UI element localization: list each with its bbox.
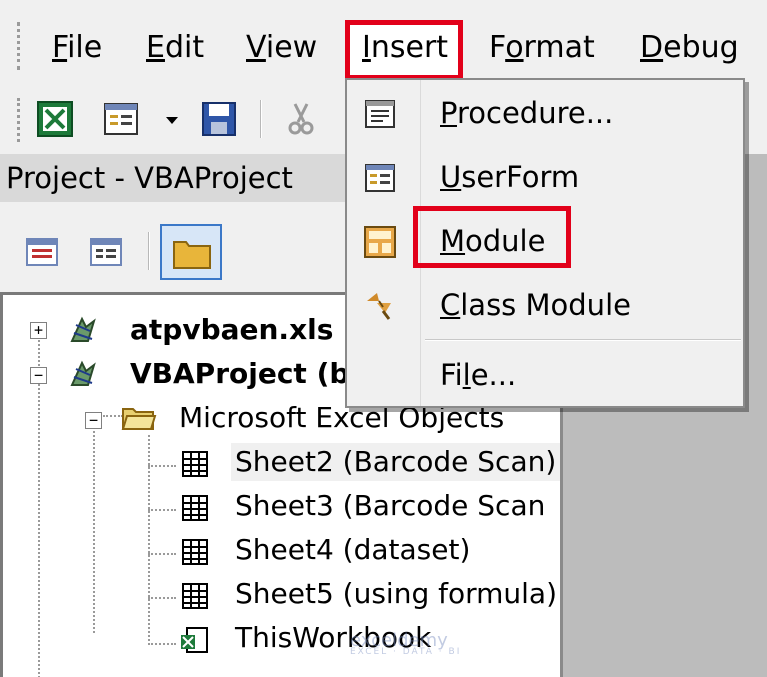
procedure-icon — [363, 97, 397, 131]
module-icon — [363, 225, 397, 259]
menu-item-file[interactable]: File... — [347, 346, 743, 406]
collapse-icon[interactable]: − — [85, 412, 102, 429]
menu-item-class-module[interactable]: Class Module — [347, 276, 743, 336]
menu-insert[interactable]: Insert — [362, 28, 448, 68]
tree-connector — [148, 465, 176, 467]
tree-connector — [148, 553, 176, 555]
worksheet-icon — [181, 537, 211, 567]
tree-node-sheet5[interactable]: Sheet5 (using formula) — [235, 575, 557, 613]
cut-icon[interactable] — [282, 100, 320, 138]
class-module-icon — [363, 289, 397, 323]
save-icon[interactable] — [200, 100, 238, 138]
view-code-icon[interactable] — [24, 234, 60, 270]
folder-open-icon — [121, 403, 157, 433]
collapse-icon[interactable]: − — [30, 367, 47, 384]
watermark: exceldemy EXCEL · DATA · BI — [350, 630, 462, 657]
excel-icon[interactable] — [36, 100, 74, 138]
project-toolbar-separator — [148, 232, 150, 270]
toggle-folders-button[interactable] — [160, 224, 222, 280]
insert-userform-icon[interactable] — [102, 100, 140, 138]
toolbar-grip[interactable] — [17, 98, 21, 142]
tree-node-atpvbaen[interactable]: atpvbaen.xls — [130, 311, 333, 349]
tree-node-vbaproject[interactable]: VBAProject (b — [130, 355, 349, 393]
menu-format[interactable]: Format — [489, 28, 595, 68]
workbook-icon — [179, 625, 209, 655]
tree-node-sheet2[interactable]: Sheet2 (Barcode Scan) — [231, 443, 561, 481]
toolbar-separator — [260, 100, 262, 138]
tree-node-sheet4[interactable]: Sheet4 (dataset) — [235, 531, 470, 569]
tree-node-sheet3[interactable]: Sheet3 (Barcode Scan — [235, 487, 545, 525]
expand-icon[interactable]: + — [30, 322, 47, 339]
menu-view[interactable]: View — [246, 28, 317, 68]
vba-project-icon — [68, 359, 98, 389]
worksheet-icon — [181, 493, 211, 523]
menubar-grip[interactable] — [17, 22, 21, 70]
project-pane-title: Project - VBAProject — [0, 154, 345, 202]
module-highlight — [413, 206, 571, 268]
menu-file[interactable]: File — [52, 28, 102, 68]
tree-connector — [103, 415, 123, 417]
folder-icon — [173, 241, 211, 269]
menu-item-userform[interactable]: UserForm — [347, 148, 743, 208]
menu-edit[interactable]: Edit — [146, 28, 204, 68]
menu-item-procedure[interactable]: Procedure... — [347, 84, 743, 144]
standard-toolbar — [0, 88, 345, 154]
worksheet-icon — [181, 449, 211, 479]
worksheet-icon — [181, 581, 211, 611]
tree-connector — [93, 423, 95, 633]
project-pane-toolbar — [0, 202, 345, 292]
tree-connector — [148, 643, 176, 645]
menu-separator — [425, 339, 741, 341]
vba-project-icon — [68, 315, 98, 345]
tree-connector — [148, 509, 176, 511]
view-object-icon[interactable] — [88, 234, 124, 270]
menu-debug[interactable]: Debug — [640, 28, 739, 68]
menu-bar: File Edit View Insert Format Debug — [0, 0, 767, 88]
userform-icon — [363, 161, 397, 195]
tree-connector — [148, 597, 176, 599]
dropdown-arrow-icon[interactable] — [162, 100, 182, 138]
